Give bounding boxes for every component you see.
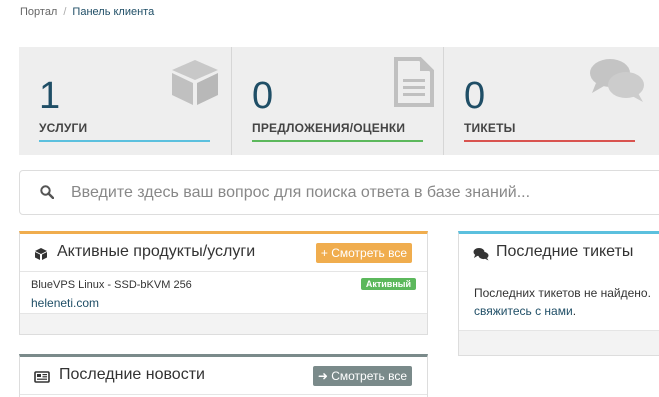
tile-services-label: УСЛУГИ xyxy=(39,121,88,135)
no-tickets-text: Последних тикетов не найдено. xyxy=(474,286,651,300)
recent-news-header: Последние новости ➜ Смотреть все xyxy=(20,357,427,395)
news-view-all-button[interactable]: ➜ Смотреть все xyxy=(312,366,412,386)
tile-services[interactable]: 1 УСЛУГИ xyxy=(19,47,230,155)
product-domain-link[interactable]: heleneti.com xyxy=(31,296,99,310)
recent-tickets-header: Последние тикеты xyxy=(459,234,659,272)
breadcrumb-portal-link[interactable]: Портал xyxy=(20,6,57,18)
contact-us-link[interactable]: свяжитесь с нами xyxy=(474,304,573,318)
tile-services-count: 1 xyxy=(39,75,61,117)
active-products-panel: Активные продукты/услуги + Смотреть все … xyxy=(19,231,428,335)
comments-icon xyxy=(590,59,644,102)
tile-tickets-bar xyxy=(464,140,635,142)
tile-quotes[interactable]: 0 ПРЕДЛОЖЕНИЯ/ОЦЕНКИ xyxy=(231,47,442,155)
recent-news-title: Последние новости xyxy=(59,366,205,383)
tile-quotes-count: 0 xyxy=(252,75,274,117)
active-products-title: Активные продукты/услуги xyxy=(57,243,256,260)
tile-quotes-label: ПРЕДЛОЖЕНИЯ/ОЦЕНКИ xyxy=(252,121,406,135)
recent-tickets-footer xyxy=(459,330,659,355)
knowledgebase-search[interactable]: Введите здесь ваш вопрос для поиска отве… xyxy=(19,170,659,215)
recent-tickets-body: Последних тикетов не найдено. свяжитесь … xyxy=(474,284,651,320)
breadcrumb-separator: / xyxy=(63,6,67,18)
list-item[interactable]: BlueVPS Linux - SSD-bKVM 256 heleneti.co… xyxy=(20,272,427,314)
cube-icon xyxy=(35,248,47,260)
tile-quotes-bar xyxy=(252,140,423,142)
active-products-header: Активные продукты/услуги + Смотреть все xyxy=(20,234,427,272)
contact-suffix: . xyxy=(572,304,577,318)
status-badge: Активный xyxy=(360,278,416,290)
recent-news-panel: Последние новости ➜ Смотреть все xyxy=(19,354,428,397)
tile-tickets[interactable]: 0 ТИКЕТЫ xyxy=(443,47,659,155)
breadcrumb: Портал / Панель клиента xyxy=(20,6,154,18)
recent-tickets-panel: Последние тикеты Последних тикетов не на… xyxy=(458,231,659,356)
file-text-icon xyxy=(394,57,434,107)
search-icon xyxy=(40,185,54,199)
tile-tickets-count: 0 xyxy=(464,75,486,117)
newspaper-icon xyxy=(34,371,50,383)
cube-icon xyxy=(172,60,218,105)
stats-tiles: 1 УСЛУГИ 0 ПРЕДЛОЖЕНИЯ/ОЦЕНКИ 0 ТИКЕТЫ xyxy=(19,47,659,155)
product-name: BlueVPS Linux - SSD-bKVM 256 xyxy=(31,279,192,291)
breadcrumb-current: Панель клиента xyxy=(72,6,155,18)
active-products-footer xyxy=(20,313,427,334)
contact-line: свяжитесь с нами. xyxy=(474,302,651,320)
recent-tickets-title: Последние тикеты xyxy=(496,243,634,260)
search-input[interactable]: Введите здесь ваш вопрос для поиска отве… xyxy=(71,184,530,202)
tile-tickets-label: ТИКЕТЫ xyxy=(464,121,516,135)
products-view-all-button[interactable]: + Смотреть все xyxy=(315,243,412,263)
comments-icon xyxy=(473,248,489,261)
tile-services-bar xyxy=(39,140,210,142)
